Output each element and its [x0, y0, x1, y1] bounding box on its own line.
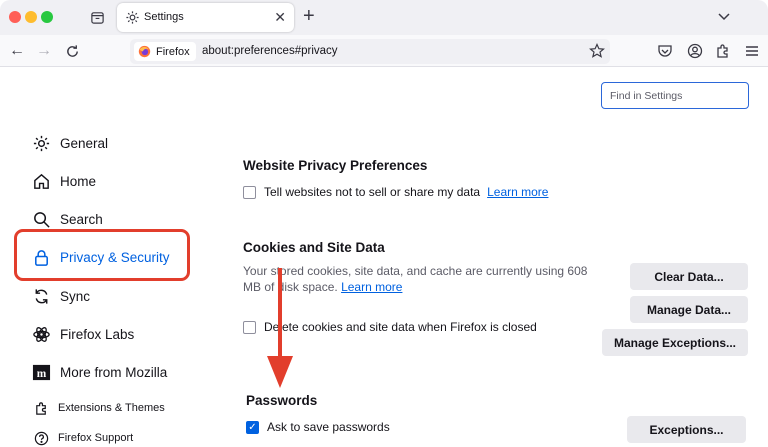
help-icon [34, 431, 49, 445]
gpc-checkbox-label: Tell websites not to sell or share my da… [264, 185, 481, 199]
svg-text:m: m [37, 367, 47, 379]
gpc-checkbox[interactable] [243, 185, 256, 199]
forward-button[interactable]: → [33, 40, 55, 62]
sidebar-item-extensions-themes[interactable]: Extensions & Themes [34, 397, 165, 419]
sidebar-item-search[interactable]: Search [32, 208, 103, 230]
sidebar-item-home[interactable]: Home [32, 170, 96, 192]
firefox-view-icon[interactable] [86, 7, 108, 27]
sidebar-item-sync[interactable]: Sync [32, 285, 90, 307]
nav-bar: ← → Firefox about:preferences#privacy [0, 35, 768, 67]
delete-on-close-label: Delete cookies and site data when Firefo… [264, 320, 537, 334]
cookies-learn-more-link[interactable]: Learn more [341, 280, 402, 294]
sidebar-item-label: Firefox Support [58, 432, 134, 444]
close-window-button[interactable] [9, 11, 21, 23]
privacy-prefs-heading: Website Privacy Preferences [243, 158, 428, 173]
identity-label: Firefox [156, 45, 190, 58]
annotation-highlight-box [14, 229, 190, 281]
puzzle-icon [36, 401, 46, 415]
clear-data-button[interactable]: Clear Data... [630, 263, 748, 290]
password-exceptions-button[interactable]: Exceptions... [627, 416, 746, 443]
sidebar-item-label: General [60, 135, 109, 151]
back-button[interactable]: ← [6, 40, 28, 62]
home-icon [34, 173, 49, 189]
sidebar-item-label: More from Mozilla [60, 364, 168, 380]
browser-window: Settings ✕ + ← → Firefox about:preferenc… [0, 0, 768, 447]
reload-button[interactable] [61, 40, 83, 62]
passwords-heading: Passwords [246, 393, 318, 408]
gpc-learn-more-link[interactable]: Learn more [487, 185, 548, 199]
tab-settings[interactable]: Settings ✕ [117, 3, 294, 32]
account-icon[interactable] [687, 43, 703, 59]
pocket-icon[interactable] [657, 43, 673, 59]
firefox-logo-icon [138, 45, 151, 58]
gear-icon [33, 135, 50, 151]
ask-save-passwords-row[interactable]: ✓ Ask to save passwords [246, 420, 390, 434]
sidebar-item-label: Home [60, 173, 97, 189]
tab-title: Settings [144, 11, 184, 23]
sidebar-item-label: Firefox Labs [60, 326, 135, 342]
bookmark-star-icon[interactable] [589, 43, 605, 59]
search-input[interactable] [601, 82, 749, 109]
sidebar-item-firefox-support[interactable]: Firefox Support [34, 427, 133, 447]
annotation-arrow-icon [267, 268, 293, 388]
sidebar-item-more-from-mozilla[interactable]: m More from Mozilla [32, 361, 167, 383]
url-text[interactable]: about:preferences#privacy [202, 45, 338, 57]
identity-box[interactable]: Firefox [134, 42, 196, 61]
extensions-icon[interactable] [715, 43, 731, 59]
sidebar-item-firefox-labs[interactable]: Firefox Labs [32, 323, 134, 345]
cookies-heading: Cookies and Site Data [243, 240, 385, 255]
url-bar[interactable]: Firefox about:preferences#privacy [130, 39, 610, 64]
chevron-down-icon[interactable] [716, 8, 732, 24]
manage-data-button[interactable]: Manage Data... [630, 296, 748, 323]
menu-icon[interactable] [744, 43, 760, 59]
sidebar-item-general[interactable]: General [32, 132, 108, 154]
search-icon [34, 211, 50, 228]
new-tab-button[interactable]: + [303, 5, 315, 28]
mozilla-icon: m [32, 364, 51, 380]
manage-exceptions-button[interactable]: Manage Exceptions... [602, 329, 748, 356]
close-tab-icon[interactable]: ✕ [274, 9, 286, 26]
tab-bar: Settings ✕ + [0, 0, 768, 35]
sidebar-item-label: Extensions & Themes [58, 402, 165, 414]
zoom-window-button[interactable] [41, 11, 53, 23]
gpc-checkbox-row[interactable]: Tell websites not to sell or share my da… [243, 185, 548, 199]
gear-icon [126, 11, 139, 24]
ask-save-passwords-label: Ask to save passwords [267, 420, 390, 434]
sidebar-item-label: Sync [60, 288, 91, 304]
delete-on-close-checkbox[interactable] [243, 320, 256, 334]
cookies-description: Your stored cookies, site data, and cach… [243, 263, 603, 295]
labs-icon [33, 326, 50, 342]
sync-icon [35, 288, 48, 304]
sidebar-item-label: Search [60, 211, 103, 227]
minimize-window-button[interactable] [25, 11, 37, 23]
ask-save-passwords-checkbox[interactable]: ✓ [246, 420, 259, 434]
